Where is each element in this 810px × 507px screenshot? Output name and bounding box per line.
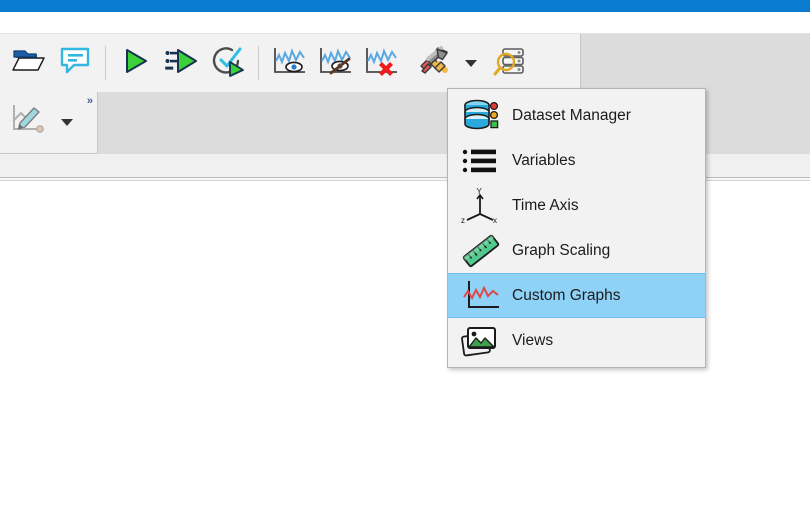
open-folder-icon <box>12 46 46 81</box>
toolbar-empty-area <box>580 34 810 92</box>
graph-toolbar: » <box>0 92 98 154</box>
graph-show-icon <box>270 45 308 82</box>
menu-item-variables[interactable]: Variables <box>448 138 705 183</box>
menu-item-graph-scaling[interactable]: Graph Scaling <box>448 228 705 273</box>
custom-graph-icon <box>457 276 505 316</box>
play-icon <box>120 46 152 81</box>
title-bar <box>0 0 810 12</box>
hide-graph-button[interactable] <box>312 40 358 86</box>
comment-icon <box>59 46 91 81</box>
toolbar-separator <box>258 46 259 80</box>
step-play-icon <box>164 46 200 81</box>
inspect-database-icon <box>491 45 527 82</box>
graph-delete-icon <box>362 45 400 82</box>
tools-button[interactable] <box>410 40 456 86</box>
toolbar-overflow-button[interactable]: » <box>87 96 93 107</box>
images-icon <box>457 321 505 361</box>
chevron-down-icon <box>465 59 477 67</box>
menu-item-label: Custom Graphs <box>512 286 621 304</box>
inspect-button[interactable] <box>486 40 532 86</box>
edit-graph-dropdown-button[interactable] <box>52 100 82 146</box>
axes-icon: Y z x <box>457 186 505 226</box>
menu-item-label: Dataset Manager <box>512 106 631 124</box>
delete-graph-button[interactable] <box>358 40 404 86</box>
menu-bar-strip <box>0 12 810 33</box>
check-and-run-button[interactable] <box>205 40 251 86</box>
graph-hide-icon <box>316 45 354 82</box>
svg-text:Y: Y <box>477 187 483 196</box>
run-button[interactable] <box>113 40 159 86</box>
show-graph-button[interactable] <box>266 40 312 86</box>
tools-dropdown-menu: Dataset Manager Variables Y z x Time Axi… <box>447 88 706 368</box>
application-window: » Dataset Manager Variables Y z x Time A… <box>0 0 810 507</box>
open-button[interactable] <box>6 40 52 86</box>
menu-item-views[interactable]: Views <box>448 318 705 363</box>
step-run-button[interactable] <box>159 40 205 86</box>
list-icon <box>457 141 505 181</box>
svg-text:x: x <box>493 216 497 225</box>
menu-item-custom-graphs[interactable]: Custom Graphs <box>448 273 705 318</box>
menu-item-label: Graph Scaling <box>512 241 611 259</box>
chevron-down-icon <box>61 119 73 126</box>
comment-button[interactable] <box>52 40 98 86</box>
tools-dropdown-button[interactable] <box>456 40 486 86</box>
database-icon <box>457 96 505 136</box>
title-bar-fill <box>0 0 810 12</box>
check-play-icon <box>210 45 246 82</box>
menu-item-label: Variables <box>512 151 576 169</box>
menu-item-label: Views <box>512 331 554 349</box>
menu-item-time-axis[interactable]: Y z x Time Axis <box>448 183 705 228</box>
ruler-icon <box>457 231 505 271</box>
menu-item-label: Time Axis <box>512 196 579 214</box>
main-toolbar <box>0 34 580 92</box>
menu-item-dataset-manager[interactable]: Dataset Manager <box>448 93 705 138</box>
edit-graph-button[interactable] <box>6 100 52 146</box>
toolbar-separator <box>105 46 106 80</box>
tools-hammer-icon <box>414 45 452 82</box>
edit-graph-icon <box>10 103 48 142</box>
svg-text:z: z <box>461 216 465 225</box>
